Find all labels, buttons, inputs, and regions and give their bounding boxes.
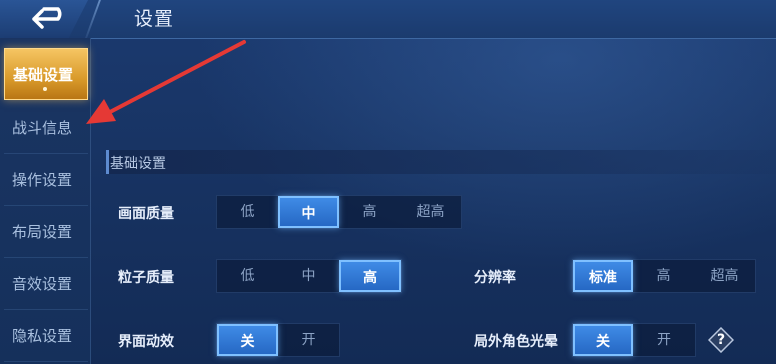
help-button[interactable]: ? (708, 327, 734, 353)
ui-animation-label: 界面动效 (118, 334, 174, 350)
sidebar-item-layout-settings[interactable]: 布局设置 (4, 206, 88, 258)
graphics-quality-option-low[interactable]: 低 (217, 196, 278, 228)
background (0, 0, 776, 364)
section-header-bar (106, 150, 776, 174)
back-icon (32, 7, 62, 29)
page-title: 设置 (134, 8, 175, 30)
graphics-quality-option-medium[interactable]: 中 (278, 196, 339, 228)
resolution-option-standard[interactable]: 标准 (573, 260, 633, 292)
outside-character-halo-option-off[interactable]: 关 (573, 324, 633, 356)
divider (85, 0, 101, 38)
outside-character-halo-label: 局外角色光晕 (474, 334, 558, 350)
particle-quality-option-medium[interactable]: 中 (278, 260, 339, 292)
sidebar: 基础设置 战斗信息 操作设置 布局设置 音效设置 隐私设置 (0, 38, 91, 364)
sidebar-item-basic-settings[interactable]: 基础设置 (4, 48, 88, 100)
particle-quality-label: 粒子质量 (118, 270, 174, 286)
sidebar-item-control-settings[interactable]: 操作设置 (4, 154, 88, 206)
ui-animation-option-on[interactable]: 开 (278, 324, 339, 356)
graphics-quality-selector: 低 中 高 超高 (216, 195, 462, 229)
ui-animation-option-off[interactable]: 关 (217, 324, 278, 356)
graphics-quality-label: 画面质量 (118, 206, 174, 222)
resolution-option-ultra[interactable]: 超高 (694, 260, 755, 292)
sidebar-item-battle-info[interactable]: 战斗信息 (4, 102, 88, 154)
graphics-quality-option-high[interactable]: 高 (339, 196, 400, 228)
sidebar-item-privacy-settings[interactable]: 隐私设置 (4, 310, 88, 362)
back-button[interactable] (0, 0, 88, 38)
ui-animation-toggle: 关 开 (216, 323, 340, 357)
sidebar-item-sound-settings[interactable]: 音效设置 (4, 258, 88, 310)
outside-character-halo-option-on[interactable]: 开 (633, 324, 695, 356)
particle-quality-option-high[interactable]: 高 (339, 260, 401, 292)
resolution-option-high[interactable]: 高 (633, 260, 694, 292)
resolution-selector: 标准 高 超高 (572, 259, 756, 293)
graphics-quality-option-ultra[interactable]: 超高 (400, 196, 461, 228)
section-title: 基础设置 (110, 156, 166, 172)
help-glyph: ? (716, 332, 726, 348)
outside-character-halo-toggle: 关 开 (572, 323, 696, 357)
particle-quality-selector: 低 中 高 (216, 259, 402, 293)
top-bar: 设置 (0, 0, 776, 39)
resolution-label: 分辨率 (474, 270, 516, 286)
particle-quality-option-low[interactable]: 低 (217, 260, 278, 292)
